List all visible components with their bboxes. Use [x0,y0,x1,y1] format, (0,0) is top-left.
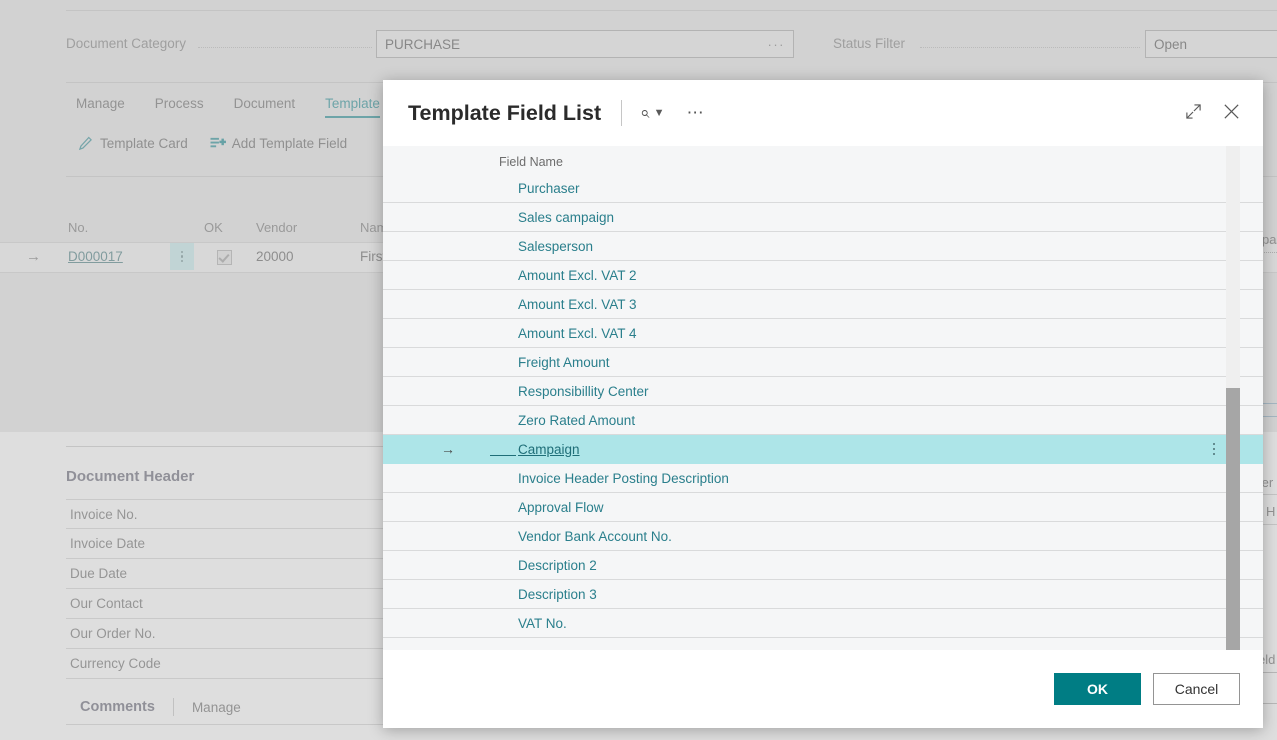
list-item[interactable]: → Amount Excl. VAT 4 [383,319,1263,348]
more-options-icon[interactable]: ⋯ [687,103,705,123]
row-options-icon[interactable] [1212,442,1215,456]
list-item[interactable]: → Description 2 [383,551,1263,580]
add-template-field-label: Add Template Field [231,136,348,151]
column-header-field-name: Field Name [499,155,563,169]
document-header-title: Document Header [66,468,195,485]
grid-col-vendor: Vendor [256,220,298,235]
list-item[interactable]: → Purchaser [383,174,1263,203]
comments-title: Comments [80,699,155,715]
chevron-down-icon[interactable]: ▼ [654,107,665,119]
add-template-field-button[interactable]: Add Template Field [210,136,347,151]
ribbon-tab-manage[interactable]: Manage [76,96,125,118]
template-card-label: Template Card [100,136,188,151]
list-item-label: Amount Excl. VAT 3 [518,296,637,312]
list-item[interactable]: → Salesperson [383,232,1263,261]
comments-divider [172,698,174,716]
list-item-label: Amount Excl. VAT 4 [518,325,637,341]
list-item-label: Freight Amount [518,354,610,370]
edge-fragment-1: pa [1262,232,1277,247]
list-item-label: Zero Rated Amount [518,412,636,428]
list-item-label: Approval Flow [518,499,604,515]
status-filter-input[interactable]: Open [1145,30,1277,58]
dialog-header: Template Field List ⌕ ▼ ⋯ [383,80,1263,146]
list-item[interactable]: → Amount Excl. VAT 3 [383,290,1263,319]
list-item[interactable]: → Zero Rated Amount [383,406,1263,435]
row-options-icon[interactable] [170,243,194,270]
list-item-label: Description 3 [518,586,597,602]
list-item-label: Amount Excl. VAT 2 [518,267,637,283]
dot-leader-1 [198,46,372,48]
cell-ok-checkbox[interactable] [217,250,232,265]
expand-icon[interactable] [1185,103,1202,123]
cell-vendor: 20000 [256,249,294,264]
comments-manage-action[interactable]: Manage [192,700,241,715]
document-category-value: PURCHASE [385,36,461,52]
dialog-footer: OK Cancel [383,650,1263,728]
list-item-label: Vendor Bank Account No. [518,528,672,544]
ribbon-tab-template[interactable]: Template [325,96,380,118]
list-item-label: Campaign [490,441,580,457]
dialog-title: Template Field List [408,100,602,125]
add-field-icon [210,136,226,151]
dialog-window-controls [1185,102,1263,124]
list-item[interactable]: → VAT No. [383,609,1263,638]
ribbon-tabs: Manage Process Document Template [76,96,380,118]
list-item[interactable]: → Vendor Bank Account No. [383,522,1263,551]
row-indicator-arrow: → [441,441,455,457]
grid-col-ok: OK [204,220,223,235]
pencil-icon [78,136,93,151]
list-item[interactable]: → Responsibillity Center [383,377,1263,406]
header-divider [621,100,623,126]
document-category-input[interactable]: PURCHASE ··· [376,30,794,58]
cancel-button[interactable]: Cancel [1153,673,1240,705]
status-filter-value: Open [1154,36,1188,52]
search-icon[interactable]: ⌕ [640,103,650,123]
document-category-lookup-icon[interactable]: ··· [768,37,786,52]
screen-root: Document Category PURCHASE ··· Status Fi… [0,0,1277,740]
list-item-label: Salesperson [518,238,594,254]
template-field-list-dialog: Template Field List ⌕ ▼ ⋯ Field Name Pur… [383,80,1263,728]
list-item-label: Invoice Header Posting Description [518,470,729,486]
template-card-button[interactable]: Template Card [78,136,188,151]
filter-top-divider [66,10,1277,11]
dot-leader-2 [920,46,1140,48]
list-item[interactable]: → Invoice Header Posting Description [383,464,1263,493]
field-list: → Purchaser → Sales campaign → Salespers… [383,174,1263,638]
ok-button[interactable]: OK [1054,673,1141,705]
close-icon[interactable] [1222,102,1241,124]
ribbon-tab-document[interactable]: Document [234,96,296,118]
list-item-label: Purchaser [518,180,580,196]
search-control[interactable]: ⌕ ▼ [640,103,664,123]
dialog-body: Field Name → Purchaser → Sales campaign … [383,146,1263,650]
row-indicator-arrow: → [26,248,41,265]
ribbon-tab-process[interactable]: Process [155,96,204,118]
list-column-header: Field Name [383,146,1263,174]
list-item[interactable]: → Approval Flow [383,493,1263,522]
grid-col-no: No. [68,220,89,235]
list-item-label: Responsibillity Center [518,383,649,399]
filter-label-status: Status Filter [833,36,906,51]
list-item[interactable]: → Amount Excl. VAT 2 [383,261,1263,290]
list-item-label: VAT No. [518,615,567,631]
ribbon-actions: Template Card Add Template Field [78,136,347,151]
scrollbar-thumb[interactable] [1226,387,1240,650]
list-item-selected[interactable]: → Campaign [383,435,1263,464]
cell-no[interactable]: D000017 [68,249,123,264]
list-item[interactable]: → Freight Amount [383,348,1263,377]
list-scrollbar[interactable] [1226,146,1240,650]
list-item-label: Sales campaign [518,209,615,225]
list-item[interactable]: → Description 3 [383,580,1263,609]
list-item-label: Description 2 [518,557,597,573]
list-item[interactable]: → Sales campaign [383,203,1263,232]
filter-label-document-category: Document Category [66,36,187,51]
